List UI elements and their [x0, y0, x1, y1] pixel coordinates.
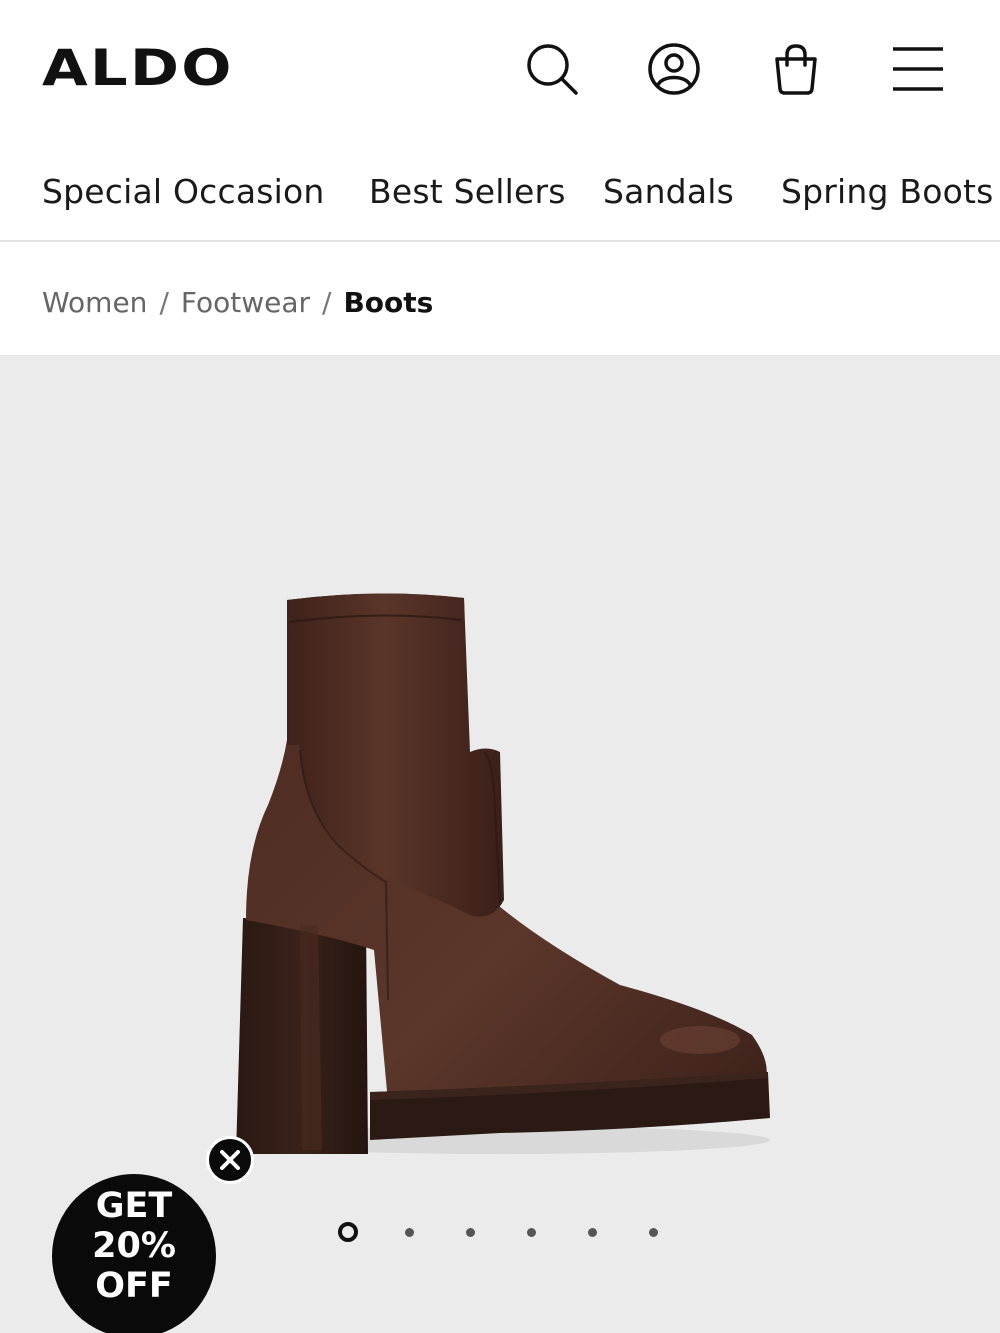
bag-icon — [775, 44, 817, 95]
breadcrumb-footwear[interactable]: Footwear — [181, 286, 310, 319]
carousel-dot-4[interactable] — [521, 1222, 541, 1242]
account-icon — [648, 43, 700, 95]
carousel-dot-5[interactable] — [582, 1222, 602, 1242]
promo-line-2: 20% — [92, 1226, 176, 1266]
category-nav: Special Occasion Best Sellers Sandals Sp… — [0, 150, 1000, 242]
carousel-dot-1[interactable] — [338, 1222, 358, 1242]
nav-item-special-occasion[interactable]: Special Occasion — [42, 172, 325, 211]
search-button[interactable] — [524, 40, 580, 98]
nav-item-sandals[interactable]: Sandals — [603, 172, 734, 211]
nav-item-best-sellers[interactable]: Best Sellers — [369, 172, 566, 211]
carousel-dot-3[interactable] — [460, 1222, 480, 1242]
site-header: ALDO — [0, 0, 1000, 140]
breadcrumb-current: Boots — [343, 286, 434, 319]
menu-button[interactable] — [890, 40, 946, 98]
promo-line-1: GET — [95, 1186, 173, 1226]
shopping-bag-button[interactable] — [768, 40, 824, 98]
promo-line-3: OFF — [95, 1266, 173, 1306]
breadcrumb-women[interactable]: Women — [42, 286, 147, 319]
breadcrumb-separator: / — [159, 286, 169, 319]
close-icon — [220, 1150, 240, 1170]
brand-logo[interactable]: ALDO — [42, 40, 234, 96]
nav-item-spring-boots[interactable]: Spring Boots — [781, 172, 994, 211]
promo-close-button[interactable] — [206, 1136, 254, 1184]
discount-promo-badge[interactable]: GET 20% OFF — [52, 1174, 216, 1333]
breadcrumb: Women / Footwear / Boots — [42, 286, 433, 319]
carousel-dot-2[interactable] — [399, 1222, 419, 1242]
breadcrumb-separator: / — [322, 286, 332, 319]
search-icon — [527, 44, 578, 95]
carousel-dot-6[interactable] — [643, 1222, 663, 1242]
menu-icon — [893, 47, 943, 91]
account-button[interactable] — [646, 40, 702, 98]
